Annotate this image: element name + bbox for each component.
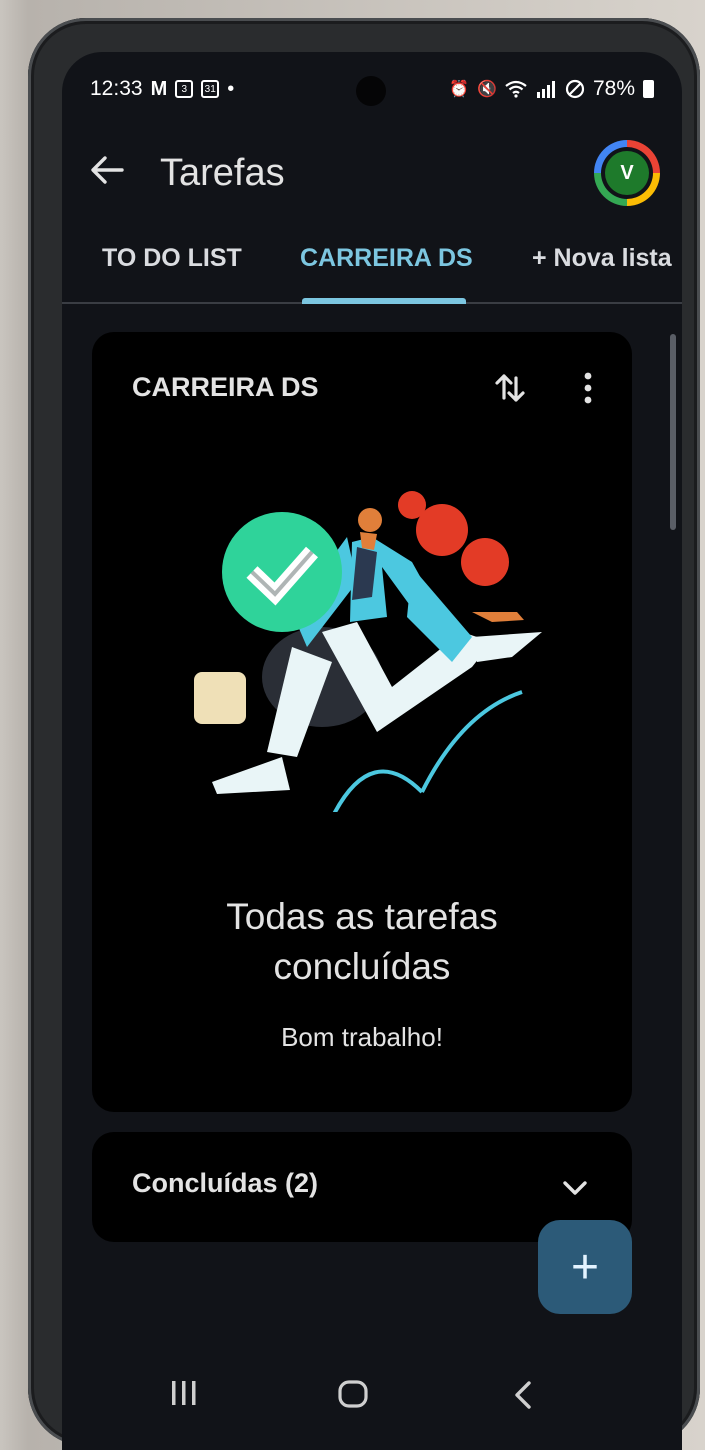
empty-state-title-line1: Todas as tarefas bbox=[226, 896, 498, 937]
back-nav-icon[interactable] bbox=[512, 1380, 534, 1415]
status-time: 12:33 bbox=[90, 77, 143, 100]
status-right: ⏰ 🔇 78% bbox=[449, 77, 654, 101]
completed-tasks-label: Concluídas (2) bbox=[132, 1168, 319, 1198]
empty-state-subtitle: Bom trabalho! bbox=[281, 1022, 443, 1052]
app-bar: Tarefas V bbox=[62, 138, 682, 208]
home-icon[interactable] bbox=[338, 1380, 368, 1413]
mute-icon: 🔇 bbox=[477, 81, 497, 98]
list-tabs: TO DO LIST CARREIRA DS + Nova lista bbox=[62, 232, 682, 304]
sort-icon[interactable] bbox=[490, 368, 530, 408]
signal-icon bbox=[535, 80, 557, 98]
battery-percent: 78% bbox=[592, 77, 635, 100]
more-options-icon[interactable] bbox=[576, 368, 600, 408]
back-arrow-icon[interactable] bbox=[90, 152, 124, 194]
alarm-icon: ⏰ bbox=[449, 81, 470, 98]
tab-new-list[interactable]: + Nova lista bbox=[532, 244, 672, 273]
empty-state-title: Todas as tarefas concluídas bbox=[92, 892, 632, 992]
status-left: 12:33 M 3 31 • bbox=[90, 77, 234, 101]
account-avatar[interactable]: V bbox=[594, 140, 660, 206]
all-tasks-done-illustration bbox=[194, 491, 542, 812]
screen: 12:33 M 3 31 • ⏰ 🔇 78% Tarefas V TO DO L… bbox=[62, 52, 682, 1450]
avatar-ring-gap: V bbox=[601, 147, 653, 199]
active-tab-indicator bbox=[302, 298, 466, 304]
tab-to-do-list[interactable]: TO DO LIST bbox=[102, 244, 242, 273]
notification-badge-icon: 3 bbox=[175, 80, 194, 98]
plus-icon: + bbox=[570, 1240, 600, 1294]
task-list-card: CARREIRA DS Todas as tarefas concluídas … bbox=[92, 332, 632, 1112]
do-not-disturb-icon bbox=[565, 79, 585, 99]
scrollbar[interactable] bbox=[670, 334, 676, 530]
tab-carreira-ds[interactable]: CARREIRA DS bbox=[300, 244, 473, 273]
empty-state-title-line2: concluídas bbox=[273, 946, 451, 987]
system-navigation-bar bbox=[62, 1342, 682, 1450]
battery-icon bbox=[643, 80, 654, 98]
avatar-initial: V bbox=[605, 151, 649, 195]
calendar-icon: 31 bbox=[201, 80, 220, 98]
list-title: CARREIRA DS bbox=[132, 372, 319, 402]
page-title: Tarefas bbox=[160, 151, 285, 194]
gmail-icon: M bbox=[150, 77, 168, 100]
front-camera bbox=[356, 76, 386, 106]
wifi-icon bbox=[505, 80, 527, 98]
chevron-down-icon[interactable] bbox=[562, 1178, 588, 1198]
more-notifications-dot-icon: • bbox=[227, 77, 235, 100]
add-task-button[interactable]: + bbox=[538, 1220, 632, 1314]
recent-apps-icon[interactable] bbox=[170, 1380, 198, 1411]
